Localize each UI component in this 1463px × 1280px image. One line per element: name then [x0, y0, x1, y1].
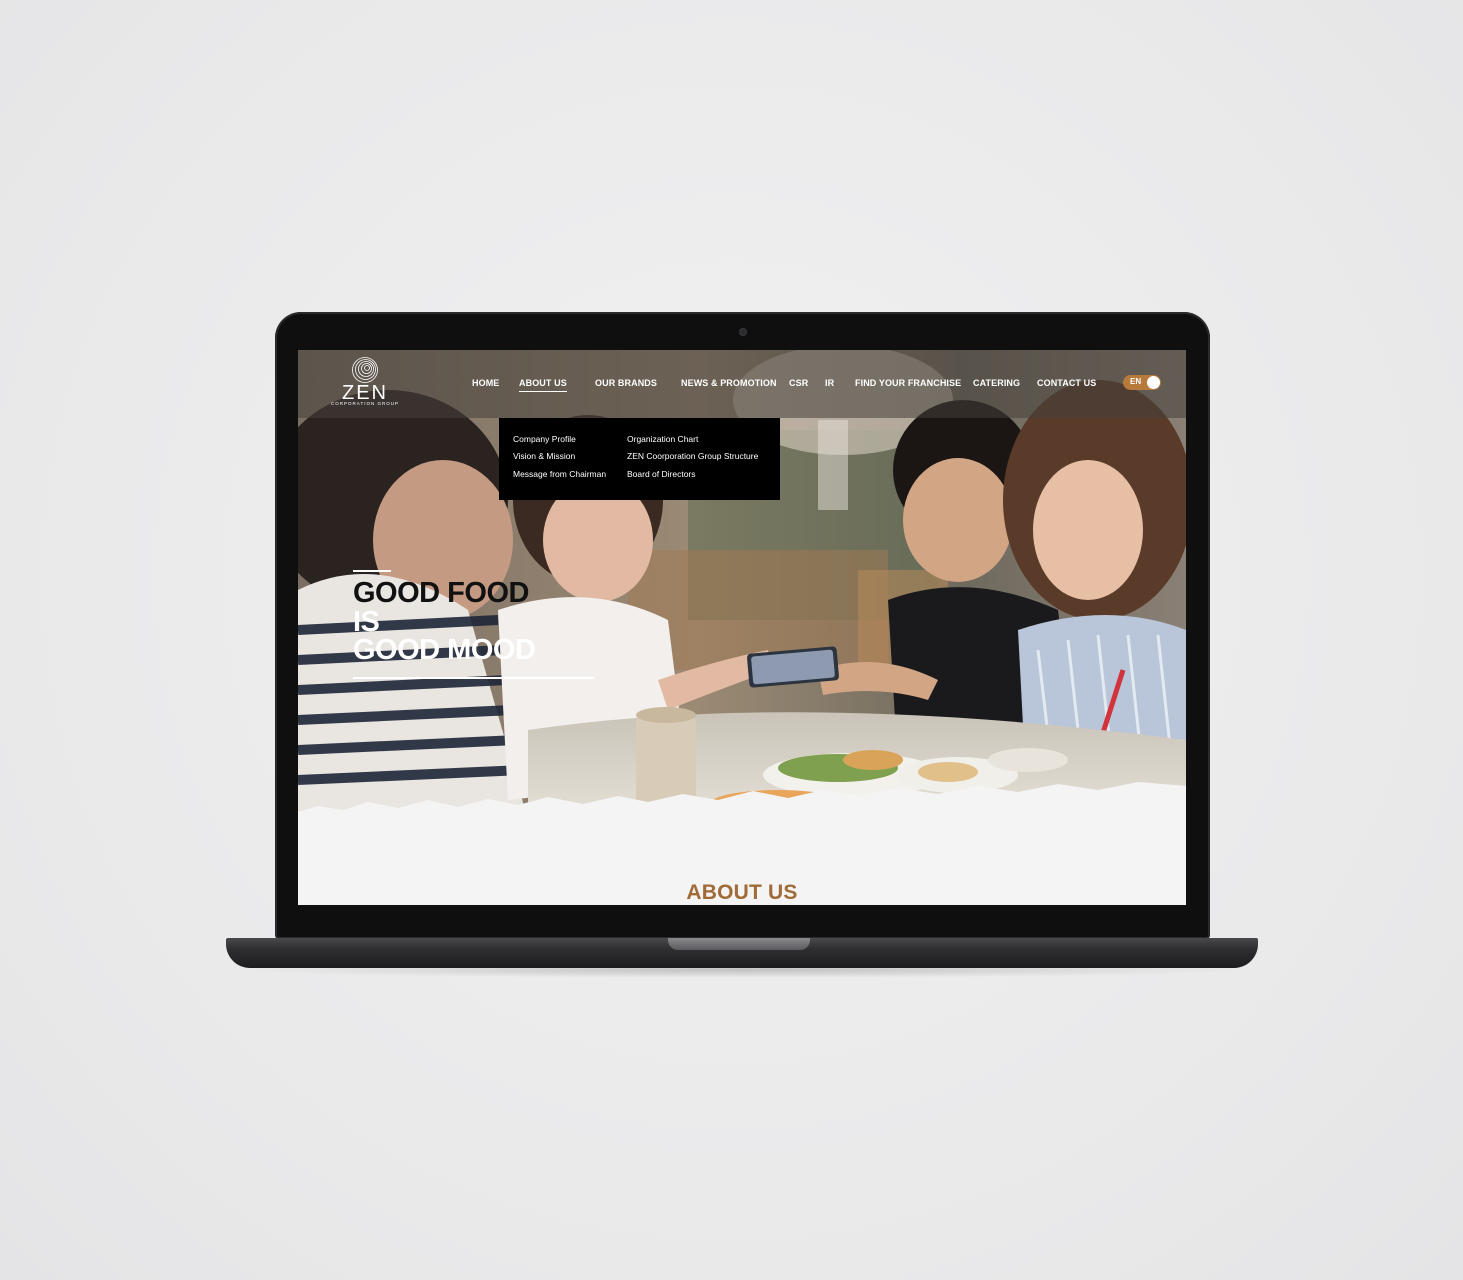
toggle-knob [1147, 376, 1160, 389]
main-navbar: ZEN CORPORATION GROUP HOME ABOUT US OUR … [298, 350, 1186, 418]
hero-banner: ZEN CORPORATION GROUP HOME ABOUT US OUR … [298, 350, 1186, 820]
nav-ir[interactable]: IR [825, 378, 834, 388]
laptop-notch [668, 938, 810, 950]
dropdown-organization-chart[interactable]: Organization Chart [627, 434, 698, 444]
about-us-dropdown: Company Profile Vision & Mission Message… [499, 418, 780, 500]
nav-about-us[interactable]: ABOUT US [519, 378, 567, 392]
language-label: EN [1130, 377, 1142, 386]
mockup-stage: ZEN CORPORATION GROUP HOME ABOUT US OUR … [0, 0, 1463, 1280]
browser-screen: ZEN CORPORATION GROUP HOME ABOUT US OUR … [298, 350, 1186, 905]
dropdown-board-of-directors[interactable]: Board of Directors [627, 469, 696, 479]
dropdown-company-profile[interactable]: Company Profile [513, 434, 576, 444]
dropdown-vision-mission[interactable]: Vision & Mission [513, 451, 575, 461]
hero-tagline: GOOD FOOD IS GOOD MOOD [353, 577, 536, 666]
tagline-line-3: GOOD MOOD [353, 634, 536, 666]
tagline-line-2: IS [353, 605, 380, 638]
language-toggle[interactable]: EN [1123, 375, 1161, 390]
dropdown-message-from-chairman[interactable]: Message from Chairman [513, 469, 606, 479]
dropdown-group-structure[interactable]: ZEN Coorporation Group Structure [627, 451, 758, 461]
nav-catering[interactable]: CATERING [973, 378, 1020, 388]
logo-name: ZEN [342, 382, 388, 404]
zen-logo[interactable]: ZEN CORPORATION GROUP [330, 356, 400, 412]
about-us-section-title: ABOUT US [686, 881, 798, 904]
nav-find-your-franchise[interactable]: FIND YOUR FRANCHISE [855, 378, 961, 388]
nav-home[interactable]: HOME [472, 378, 499, 388]
tagline-underline [353, 677, 594, 679]
nav-our-brands[interactable]: OUR BRANDS [595, 378, 657, 388]
tagline-accent-bar [353, 570, 391, 572]
zen-circle-icon [352, 357, 378, 383]
logo-subtitle: CORPORATION GROUP [331, 401, 399, 406]
nav-csr[interactable]: CSR [789, 378, 808, 388]
tagline-line-1: GOOD FOOD [353, 577, 529, 609]
nav-contact-us[interactable]: CONTACT US [1037, 378, 1096, 388]
nav-news-promotion[interactable]: NEWS & PROMOTION [681, 378, 777, 388]
camera-icon [740, 329, 746, 335]
